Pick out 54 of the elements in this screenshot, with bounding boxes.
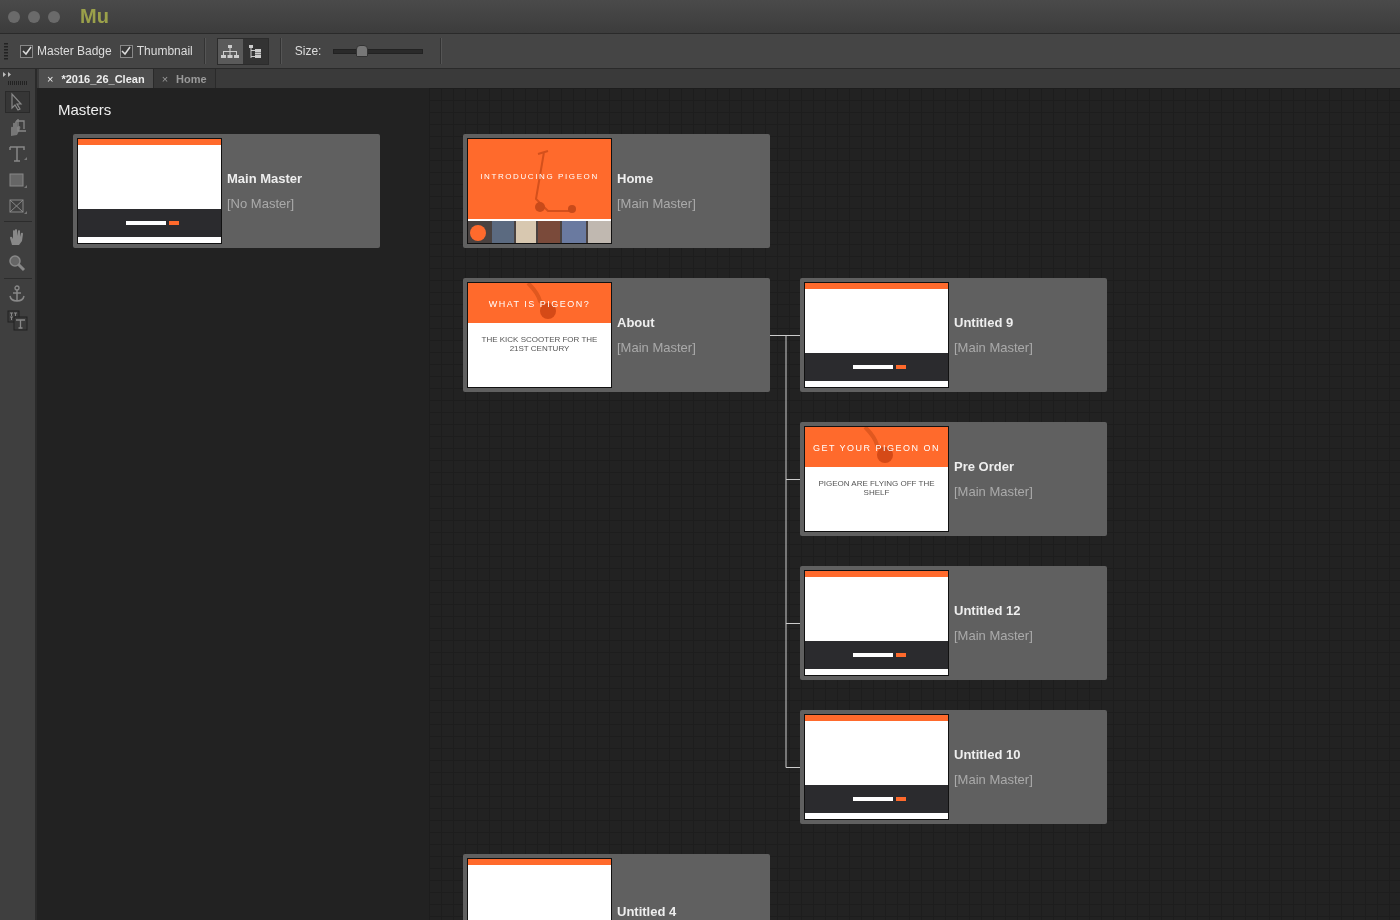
page-card[interactable]: Untitled 10 [Main Master] — [800, 710, 1107, 824]
thumbnail-subheading: PIGEON ARE FLYING OFF THE SHELF — [817, 479, 936, 498]
app-logo: Mu — [80, 5, 109, 28]
page-name: Home — [617, 171, 655, 186]
section-heading: Masters — [58, 101, 112, 118]
page-name: Untitled 10 — [954, 747, 1022, 762]
master-label: [Main Master] — [617, 340, 696, 355]
page-card[interactable]: Untitled 12 [Main Master] — [800, 566, 1107, 680]
tree-view-button[interactable] — [217, 38, 243, 64]
checkmark-icon — [121, 46, 132, 56]
page-name: Main Master — [227, 171, 303, 186]
document-tab[interactable]: × *2016_26_Clean — [39, 69, 154, 88]
select-arrow-tool[interactable] — [5, 91, 30, 113]
master-label: [Main Master] — [954, 340, 1033, 355]
page-card[interactable]: GET YOUR PIGEON ON PIGEON ARE FLYING OFF THE SHELF Pre Order [Main Master] — [800, 422, 1107, 536]
master-label: [Main Master] — [617, 196, 696, 211]
thumbnail-headline: INTRODUCING PIGEON — [479, 172, 600, 181]
page-card[interactable]: Untitled 4 — [463, 854, 770, 920]
page-card[interactable]: INTRODUCING PIGEON Home [Main Master] — [463, 134, 770, 248]
size-label: Size: — [294, 44, 322, 58]
close-tab-button[interactable]: × — [161, 72, 169, 85]
page-name: Untitled 9 — [954, 315, 1015, 330]
tab-label: *2016_26_Clean — [61, 72, 145, 85]
zoom-window-button[interactable] — [48, 10, 60, 23]
thumbnail-subheading: THE KICK SCOOTER FOR THE 21ST CENTURY — [480, 335, 599, 354]
page-card[interactable]: WHAT IS PIGEON? THE KICK SCOOTER FOR THE 21ST CENTURY About [Main Master] — [463, 278, 770, 392]
page-name: Pre Order — [954, 459, 1015, 474]
anchor-icon — [7, 283, 28, 305]
page-card[interactable]: Main Master [No Master] — [73, 134, 380, 248]
thumbnail-headline: GET YOUR PIGEON ON — [811, 443, 942, 453]
sitemap-icon — [221, 43, 240, 59]
page-name: Untitled 12 — [954, 603, 1022, 618]
page-name: Untitled 4 — [617, 903, 677, 919]
master-label: [Main Master] — [954, 628, 1033, 643]
master-label: [Main Master] — [954, 484, 1033, 499]
checkmark-icon — [21, 46, 32, 56]
minimize-window-button[interactable] — [28, 10, 40, 23]
page-card[interactable]: Untitled 9 [Main Master] — [800, 278, 1107, 392]
grip-icon — [4, 42, 8, 60]
close-tab-button[interactable]: × — [47, 72, 54, 85]
page-name: About — [617, 315, 656, 330]
checkbox[interactable]: Master Badge — [20, 44, 112, 58]
size-slider-thumb[interactable] — [355, 44, 368, 57]
tab-label: Home — [176, 72, 207, 85]
size-slider-track[interactable] — [333, 48, 424, 54]
master-label: [No Master] — [227, 196, 296, 211]
zoom-icon — [7, 252, 28, 274]
checkbox[interactable]: Thumbnail — [119, 44, 193, 58]
master-label: [Main Master] — [954, 772, 1033, 787]
text-frames-tool[interactable] — [5, 309, 30, 331]
text-tool-icon — [7, 143, 28, 165]
close-window-button[interactable] — [8, 10, 20, 23]
text-frames-icon — [7, 309, 28, 331]
thumbnail-headline: WHAT IS PIGEON? — [487, 299, 592, 309]
